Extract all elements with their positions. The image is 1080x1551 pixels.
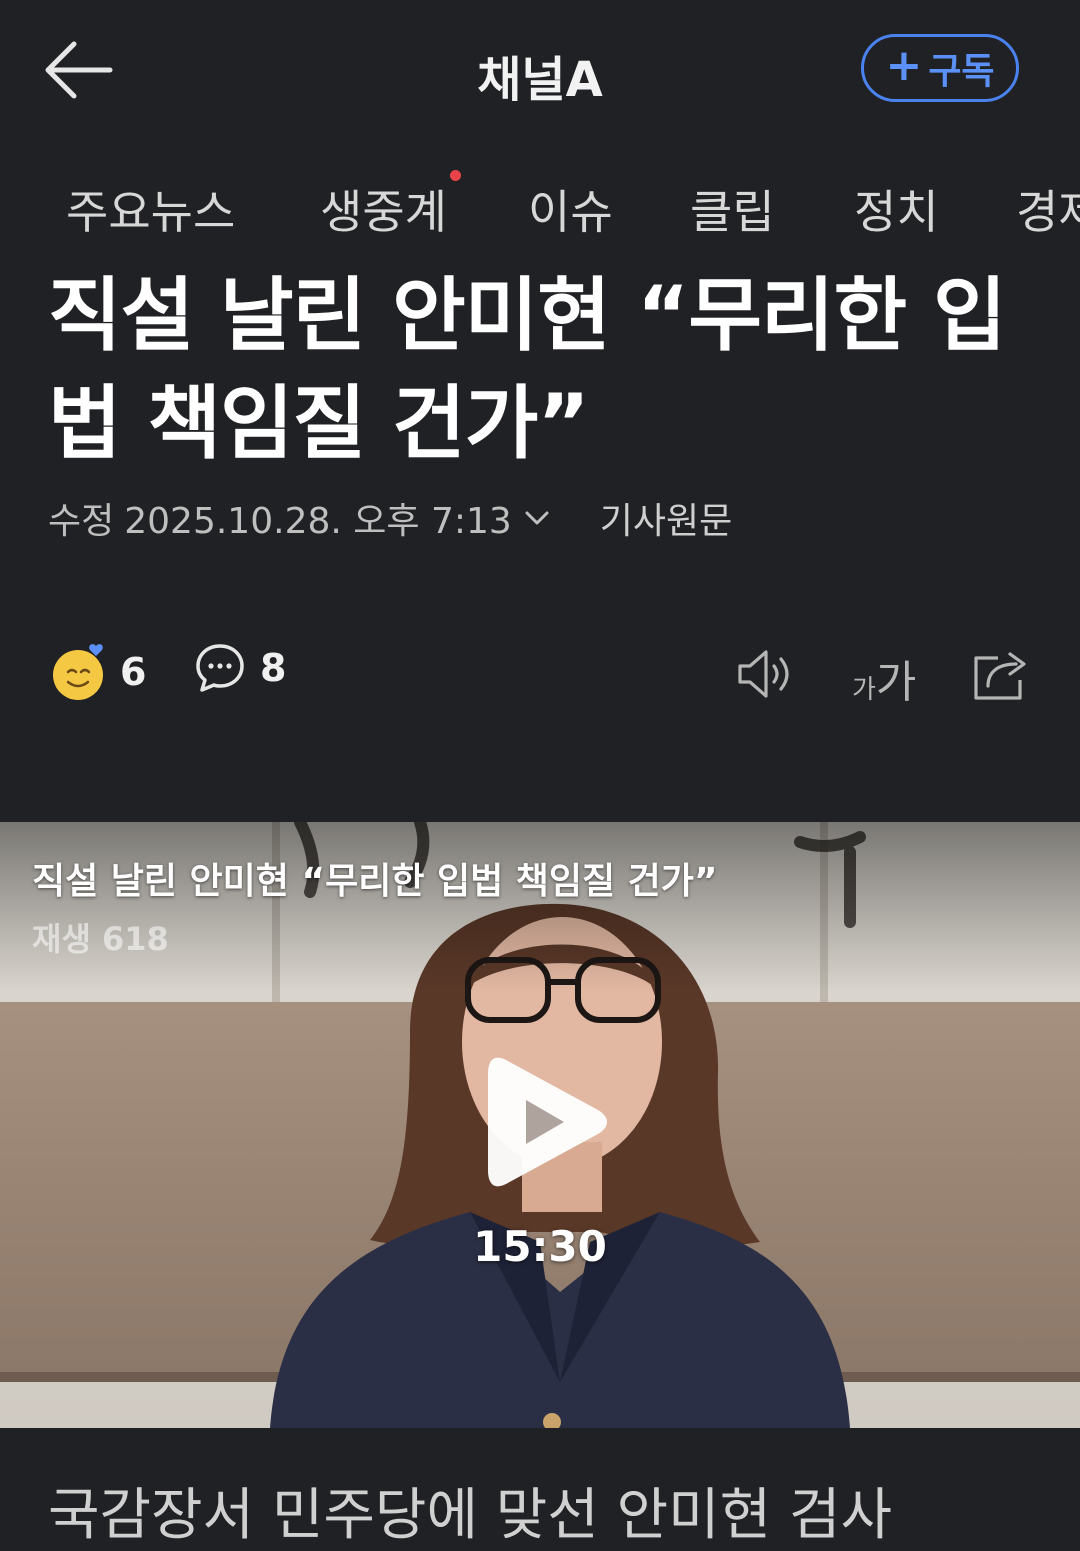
tab-label: 생중계 — [320, 185, 447, 239]
subscribe-label: 구독 — [928, 51, 995, 92]
share-icon — [974, 652, 1026, 700]
subscribe-button[interactable]: + 구독 — [861, 34, 1019, 102]
video-title: 직설 날린 안미현 “무리한 입법 책임질 건가” — [32, 861, 718, 902]
tab-label: 정치 — [854, 185, 939, 239]
video-player[interactable]: 직설 날린 안미현 “무리한 입법 책임질 건가” 재생 618 15:30 — [0, 822, 1080, 1428]
top-bar: 채널A + 구독 — [0, 0, 1080, 140]
article-timestamp: 2025.10.28. 오후 7:13 — [124, 501, 512, 542]
tab-label: 클립 — [690, 185, 775, 239]
article-actions: 6 8 가 가 — [0, 640, 1080, 710]
original-article-link[interactable]: 기사원문 — [600, 492, 732, 544]
speaker-icon — [738, 650, 789, 698]
tab-label: 경제 — [1016, 185, 1080, 239]
article-headline: 직설 날린 안미현 “무리한 입 법 책임질 건가” — [48, 262, 1048, 478]
tab-economy[interactable]: 경제 — [1016, 176, 1080, 242]
font-size-small-glyph: 가 — [852, 675, 876, 705]
comment-count: 8 — [260, 646, 287, 690]
headline-line-1: 직설 날린 안미현 “무리한 입 — [48, 269, 1007, 362]
video-view-count: 재생 618 — [32, 920, 169, 958]
comment-button[interactable]: 8 — [194, 642, 286, 694]
chevron-down-icon[interactable] — [522, 503, 552, 533]
reaction-button[interactable]: 6 — [52, 642, 146, 702]
tab-politics[interactable]: 정치 — [854, 176, 939, 242]
video-duration: 15:30 — [473, 1222, 607, 1271]
speech-bubble-icon — [196, 644, 244, 692]
font-size-large-glyph: 가 — [875, 657, 917, 708]
smiley-reaction-icon — [53, 644, 103, 700]
reaction-count: 6 — [120, 650, 147, 694]
audio-read-button[interactable] — [736, 644, 796, 708]
play-icon[interactable] — [484, 1052, 612, 1192]
live-indicator-dot — [449, 170, 461, 181]
tab-issue[interactable]: 이슈 — [528, 176, 613, 242]
font-size-button[interactable]: 가 가 — [852, 646, 916, 710]
plus-icon: + — [885, 40, 923, 91]
tab-clip[interactable]: 클립 — [690, 176, 775, 242]
tab-label: 이슈 — [528, 185, 613, 239]
tab-label: 주요뉴스 — [66, 185, 236, 239]
modified-label: 수정 — [48, 501, 115, 542]
share-button[interactable] — [970, 644, 1030, 708]
category-tabs: 주요뉴스 생중계 이슈 클립 정치 경제 — [0, 160, 1080, 250]
tab-main-news[interactable]: 주요뉴스 — [66, 176, 235, 242]
tab-live[interactable]: 생중계 — [320, 170, 461, 242]
article-meta: 수정 2025.10.28. 오후 7:13 기사원문 — [48, 492, 732, 544]
headline-line-2: 법 책임질 건가” — [48, 377, 590, 470]
